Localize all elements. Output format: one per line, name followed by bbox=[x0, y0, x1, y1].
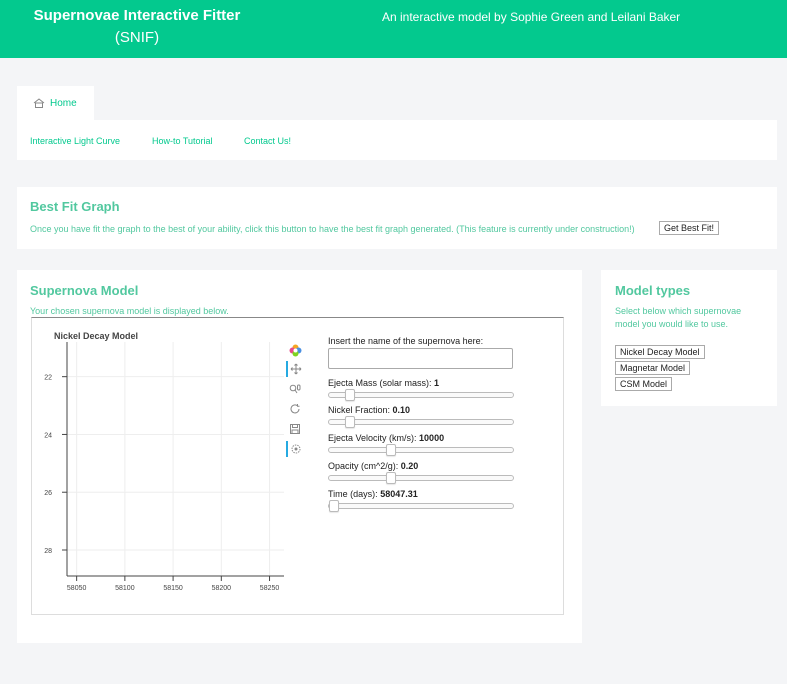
slider-handle[interactable] bbox=[329, 500, 339, 512]
pan-icon[interactable] bbox=[286, 361, 304, 377]
x-tick-label: 58100 bbox=[115, 585, 135, 592]
site-tagline: An interactive model by Sophie Green and… bbox=[382, 10, 681, 24]
best-fit-card: Best Fit Graph Once you have fit the gra… bbox=[17, 187, 777, 249]
x-tick-label: 58200 bbox=[212, 585, 232, 592]
tab-home-label: Home bbox=[50, 97, 77, 109]
opacity-slider[interactable] bbox=[328, 472, 514, 484]
magnetar-model-button[interactable]: Magnetar Model bbox=[615, 361, 691, 375]
tab-home[interactable]: Home bbox=[17, 86, 94, 120]
model-subtitle: Your chosen supernova model is displayed… bbox=[30, 306, 229, 316]
time-label: Time (days): 58047.31 bbox=[328, 489, 418, 499]
plot-panel: Nickel Decay Model 58050 58100 58150 58200 58… bbox=[31, 317, 564, 615]
save-icon[interactable] bbox=[286, 421, 304, 437]
chart-title: Nickel Decay Model bbox=[54, 331, 138, 341]
y-tick-label: 26 bbox=[44, 490, 52, 497]
best-fit-title: Best Fit Graph bbox=[30, 199, 120, 214]
model-title: Supernova Model bbox=[30, 283, 139, 298]
x-tick-label: 58150 bbox=[163, 585, 183, 592]
ejecta-mass-label: Ejecta Mass (solar mass): 1 bbox=[328, 378, 439, 388]
nav-interactive-light-curve[interactable]: Interactive Light Curve bbox=[30, 136, 120, 146]
nav-contact-us[interactable]: Contact Us! bbox=[244, 136, 291, 146]
nickel-fraction-value: 0.10 bbox=[392, 405, 411, 415]
nav-how-to-tutorial[interactable]: How-to Tutorial bbox=[152, 136, 213, 146]
supernova-name-input[interactable] bbox=[328, 348, 513, 369]
home-icon bbox=[33, 98, 45, 108]
y-tick-label: 24 bbox=[44, 432, 52, 439]
ejecta-velocity-value: 10000 bbox=[419, 433, 445, 443]
slider-handle[interactable] bbox=[344, 416, 355, 428]
ejecta-mass-slider[interactable] bbox=[328, 389, 514, 401]
time-label-text: Time (days): bbox=[328, 489, 378, 499]
supernova-name-label: Insert the name of the supernova here: bbox=[328, 336, 484, 346]
nickel-fraction-slider[interactable] bbox=[328, 416, 514, 428]
opacity-value: 0.20 bbox=[400, 461, 419, 471]
time-value: 58047.31 bbox=[380, 489, 418, 499]
y-tick-label: 22 bbox=[44, 375, 52, 382]
supernova-model-card: Supernova Model Your chosen supernova mo… bbox=[17, 270, 582, 643]
wheel-zoom-icon[interactable] bbox=[286, 381, 304, 397]
nickel-fraction-label: Nickel Fraction: 0.10 bbox=[328, 405, 410, 415]
x-tick-label: 58250 bbox=[260, 585, 280, 592]
ejecta-mass-value: 1 bbox=[434, 378, 440, 388]
ejecta-velocity-label-text: Ejecta Velocity (km/s): bbox=[328, 433, 417, 443]
x-tick-label: 58050 bbox=[67, 585, 87, 592]
hover-icon[interactable] bbox=[286, 441, 304, 457]
y-tick-label: 28 bbox=[44, 548, 52, 555]
model-types-card: Model types Select below which supernova… bbox=[601, 270, 777, 406]
ejecta-velocity-label: Ejecta Velocity (km/s): 10000 bbox=[328, 433, 444, 443]
site-title: Supernovae Interactive Fitter (SNIF) bbox=[32, 6, 242, 48]
get-best-fit-button[interactable]: Get Best Fit! bbox=[659, 221, 720, 235]
slider-handle[interactable] bbox=[386, 472, 397, 484]
csm-model-button[interactable]: CSM Model bbox=[615, 377, 673, 391]
best-fit-description: Once you have fit the graph to the best … bbox=[30, 224, 635, 234]
opacity-label-text: Opacity (cm^2/g): bbox=[328, 461, 399, 471]
site-title-abbr: (SNIF) bbox=[114, 29, 160, 46]
time-slider[interactable] bbox=[328, 500, 514, 512]
slider-handle[interactable] bbox=[344, 389, 355, 401]
site-header: Supernovae Interactive Fitter (SNIF) An … bbox=[0, 0, 787, 58]
nav-bar: Interactive Light Curve How-to Tutorial … bbox=[17, 120, 777, 160]
slider-handle[interactable] bbox=[386, 444, 397, 456]
light-curve-chart[interactable]: Nickel Decay Model 58050 58100 58150 58200 58… bbox=[32, 318, 284, 614]
model-types-title: Model types bbox=[615, 283, 691, 298]
site-title-main: Supernovae Interactive Fitter bbox=[33, 7, 241, 24]
model-types-description: Select below which supernovae model you … bbox=[615, 306, 742, 329]
ejecta-velocity-slider[interactable] bbox=[328, 444, 514, 456]
nickel-fraction-label-text: Nickel Fraction: bbox=[328, 405, 391, 415]
bokeh-logo-icon[interactable] bbox=[286, 342, 304, 358]
nickel-decay-model-button[interactable]: Nickel Decay Model bbox=[615, 345, 705, 359]
reset-icon[interactable] bbox=[286, 401, 304, 417]
opacity-label: Opacity (cm^2/g): 0.20 bbox=[328, 461, 418, 471]
ejecta-mass-label-text: Ejecta Mass (solar mass): bbox=[328, 378, 432, 388]
